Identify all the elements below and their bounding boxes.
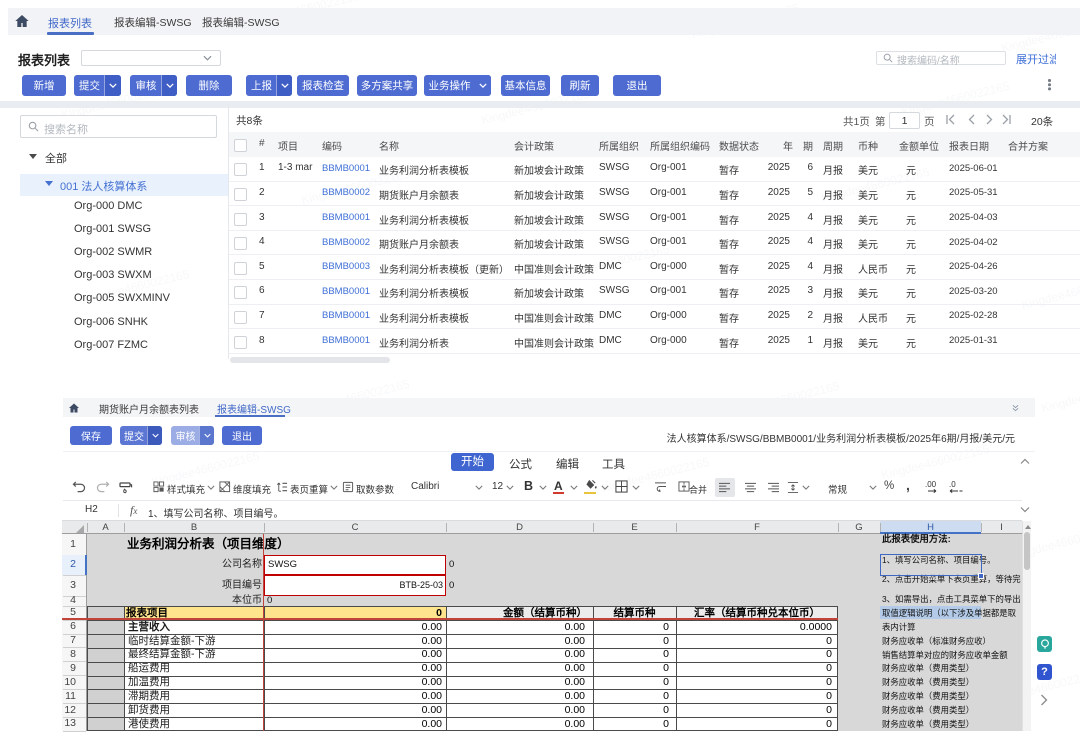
svg-text:.00: .00 <box>925 480 937 489</box>
svg-text:.0: .0 <box>949 480 956 489</box>
